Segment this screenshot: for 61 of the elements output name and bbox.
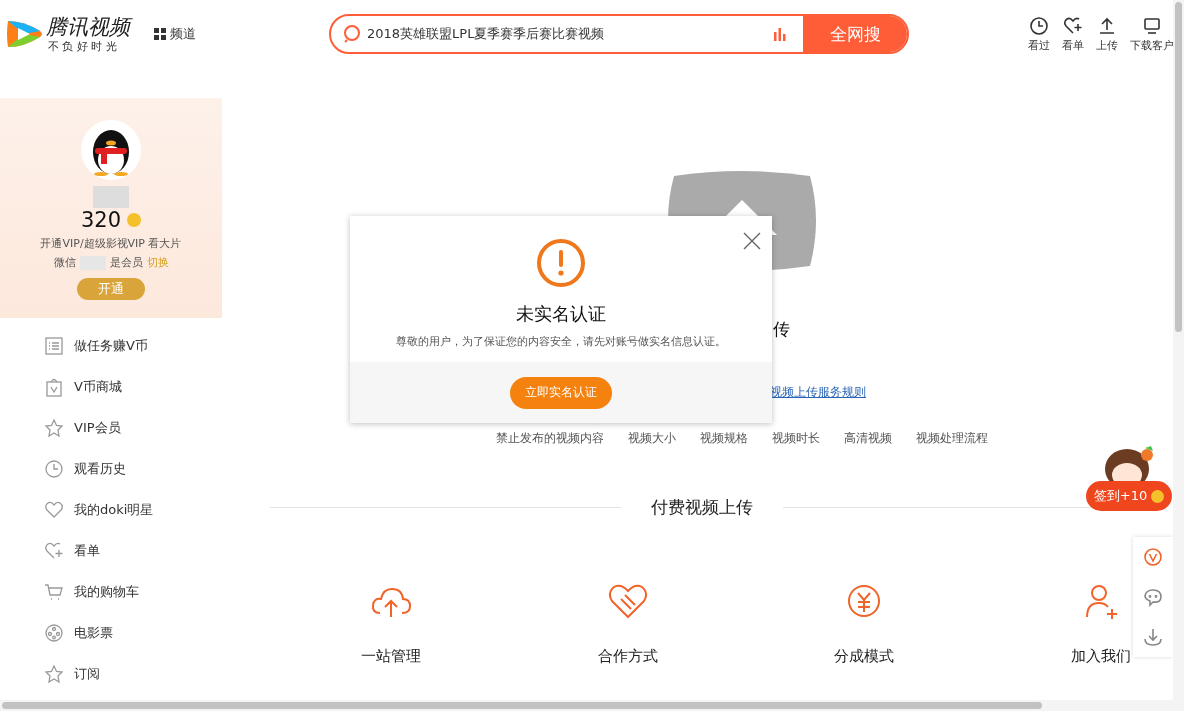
bag-icon	[44, 377, 64, 397]
sidebar-item[interactable]: 看单	[44, 541, 222, 561]
info-link[interactable]: 视频大小	[628, 430, 676, 447]
chat-icon[interactable]	[1143, 587, 1163, 607]
logo-slogan: 不 负 好 时 光	[47, 38, 118, 54]
heart-plus-icon	[1063, 15, 1083, 36]
member-status: 是会员	[109, 255, 143, 270]
feature-label: 合作方式	[597, 647, 658, 666]
check-in-button[interactable]: 签到+10	[1085, 481, 1173, 511]
coin-icon	[1151, 489, 1165, 503]
dialog-message: 尊敬的用户，为了保证您的内容安全，请先对账号做实名信息认证。	[396, 334, 726, 349]
toolbar-link[interactable]: 下载客户	[1130, 15, 1174, 53]
rules-link[interactable]: 视频上传服务规则	[770, 384, 866, 401]
dialog-title: 未实名认证	[516, 302, 606, 326]
feature-label: 一站管理	[361, 647, 421, 666]
vip-badge-icon[interactable]	[1143, 547, 1163, 567]
info-link[interactable]: 视频处理流程	[916, 430, 988, 447]
info-link[interactable]: 禁止发布的视频内容	[496, 430, 604, 447]
channel-link[interactable]: 频道	[154, 25, 329, 43]
download-icon[interactable]	[1143, 627, 1163, 647]
warning-icon	[536, 238, 586, 288]
sidebar-item[interactable]: 我的购物车	[44, 582, 222, 602]
scrollbar-thumb[interactable]	[1175, 2, 1182, 332]
info-link[interactable]: 视频时长	[772, 430, 820, 447]
clock-icon	[1029, 15, 1049, 36]
points-value: 320	[80, 208, 122, 232]
toolbar-link[interactable]: 上传	[1096, 15, 1118, 53]
sidebar-item[interactable]: 做任务赚V币	[44, 336, 222, 356]
blurred-username	[93, 186, 129, 208]
scrollbar-thumb[interactable]	[2, 702, 1042, 709]
star-icon	[44, 664, 64, 684]
close-icon[interactable]	[743, 232, 761, 250]
monitor-icon	[1142, 15, 1162, 36]
star-badge-icon	[44, 418, 64, 438]
account-label: 微信	[53, 255, 76, 270]
clock-icon	[44, 459, 64, 479]
search-icon	[343, 24, 363, 44]
sidebar-item[interactable]: VIP会员	[44, 418, 222, 438]
cart-icon	[44, 582, 64, 602]
coin-icon	[127, 213, 142, 227]
search-field[interactable]: 2018英雄联盟LPL夏季赛季后赛比赛视频 全网搜	[329, 14, 909, 54]
upload-icon	[1097, 15, 1117, 36]
sidebar-item[interactable]: V币商城	[44, 377, 222, 397]
list-icon	[44, 336, 64, 356]
film-reel-icon	[44, 623, 64, 643]
info-link[interactable]: 高清视频	[844, 430, 892, 447]
heart-icon	[44, 500, 64, 520]
toolbar-link[interactable]: 看过	[1028, 15, 1050, 53]
feature-label: 分成模式	[834, 647, 895, 666]
sidebar-item[interactable]: 观看历史	[44, 459, 222, 479]
heart-plus-icon	[44, 541, 64, 561]
info-link[interactable]: 视频规格	[700, 430, 748, 447]
sidebar-item[interactable]: 电影票	[44, 623, 222, 643]
sidebar-item[interactable]: 订阅	[44, 664, 222, 684]
section-heading: 付费视频上传	[651, 496, 753, 519]
toolbar-link[interactable]: 看单	[1062, 15, 1084, 53]
vip-promo-text: 开通VIP/超级影视VIP 看大片	[40, 236, 182, 251]
feature-label: 加入我们	[1070, 647, 1131, 666]
sidebar-item[interactable]: 我的doki明星	[44, 500, 222, 520]
chart-icon[interactable]	[773, 27, 787, 41]
heading-fragment: 传	[773, 318, 790, 341]
